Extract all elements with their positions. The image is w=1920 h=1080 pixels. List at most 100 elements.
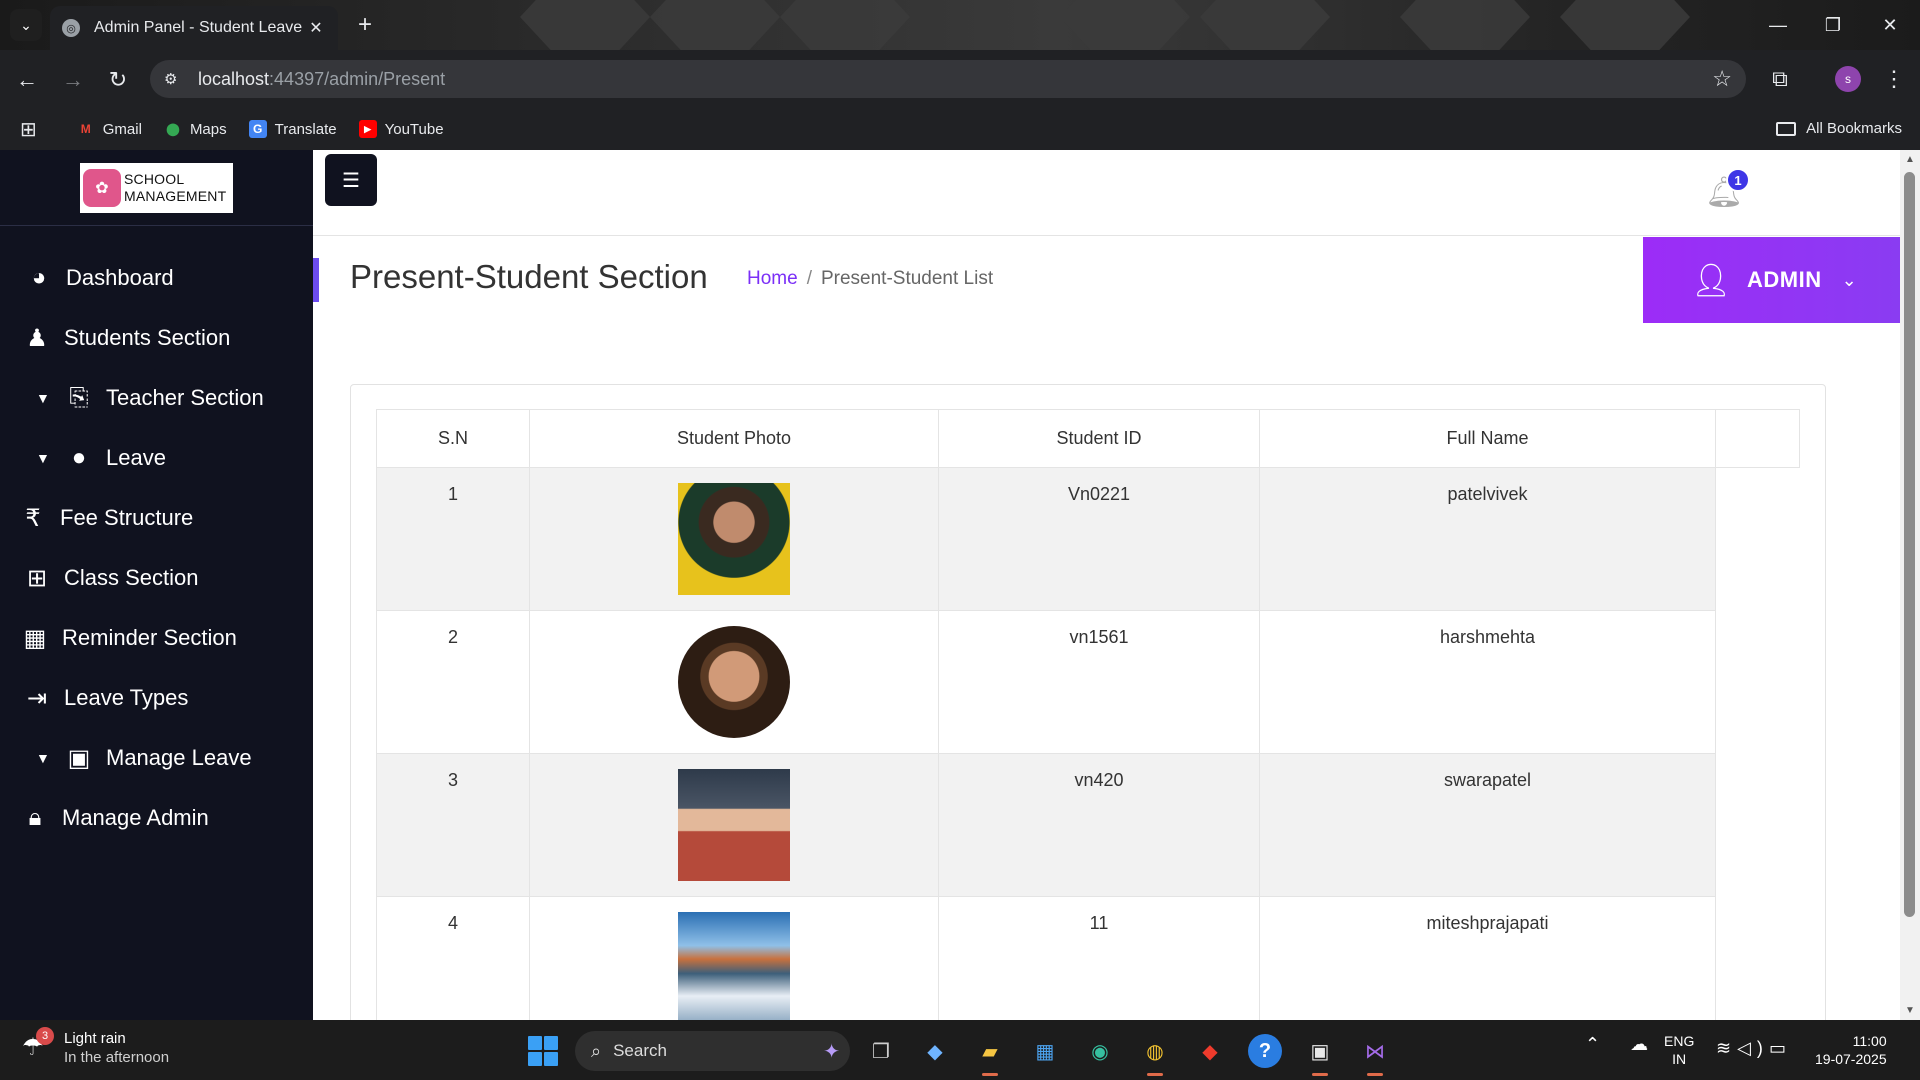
column-header-sn[interactable]: S.N <box>376 409 530 468</box>
cell-sn: 1 <box>376 467 530 611</box>
bookmark-youtube[interactable]: ▶ YouTube <box>358 120 444 138</box>
url-host: localhost <box>198 68 270 89</box>
browser-tab-strip: ⌄ ◎ Admin Panel - Student Leave ✕ + — ❐ … <box>0 0 1920 50</box>
cell-student-id: Vn0221 <box>938 467 1260 611</box>
chevron-down-icon: ⌄ <box>1841 269 1857 290</box>
edge-browser-icon[interactable]: ◉ <box>1083 1034 1117 1068</box>
help-icon[interactable]: ? <box>1248 1034 1282 1068</box>
browser-toolbar: ← → ↻ ⚙ localhost:44397/admin/Present ☆ <box>0 50 1920 108</box>
column-header-full-name[interactable]: Full Name <box>1259 409 1716 468</box>
show-hidden-icons-chevron-icon[interactable]: ⌃ <box>1585 1034 1600 1055</box>
browser-tab-active[interactable]: ◎ Admin Panel - Student Leave ✕ <box>50 6 338 50</box>
scroll-down-arrow-icon[interactable]: ▼ <box>1905 1005 1915 1016</box>
git-app-icon[interactable]: ◆ <box>1193 1034 1227 1068</box>
network-volume-battery-icons[interactable]: ≋◁)▭ <box>1716 1038 1792 1059</box>
apps-grid-icon[interactable]: ⊞ <box>20 117 37 142</box>
extensions-puzzle-icon[interactable]: ⧉ <box>1766 65 1794 93</box>
admin-avatar-icon: 👤︎ <box>1690 262 1732 298</box>
close-tab-icon[interactable]: ✕ <box>306 18 326 38</box>
notification-count-badge: 1 <box>1726 168 1750 192</box>
windows-taskbar: ☂ 3 Light rain In the afternoon ⌕ Search… <box>0 1020 1920 1080</box>
logo-line2: MANAGEMENT <box>124 187 227 204</box>
sidebar-item-dashboard[interactable]: ◕ Dashboard <box>0 248 313 308</box>
caret-down-icon: ▼ <box>36 390 50 406</box>
reload-icon[interactable]: ↻ <box>103 65 133 95</box>
tab-search-dropdown-icon[interactable]: ⌄ <box>10 9 42 41</box>
task-view-icon[interactable]: ❐ <box>864 1034 898 1068</box>
browser-menu-icon[interactable]: ⋮ <box>1880 65 1908 93</box>
hamburger-menu-button[interactable]: ☰ <box>325 154 377 206</box>
page-scrollbar[interactable]: ▲ ▼ <box>1900 150 1920 1020</box>
restore-window-icon[interactable]: ❐ <box>1813 10 1853 40</box>
bookmark-star-icon[interactable]: ☆ <box>1712 66 1732 92</box>
bookmark-maps[interactable]: ⬤ Maps <box>164 120 226 138</box>
weather-widget[interactable]: ☂ 3 Light rain In the afternoon <box>22 1027 170 1066</box>
windows-start-icon[interactable] <box>528 1036 558 1066</box>
cell-full-name: miteshprajapati <box>1259 896 1716 1040</box>
background-hexagon <box>1060 0 1190 50</box>
grid-table-icon: ⊞ <box>26 564 48 592</box>
site-info-icon[interactable]: ⚙ <box>164 70 184 88</box>
wifi-icon: ≋ <box>1716 1038 1738 1058</box>
taskbar-search[interactable]: ⌕ Search ✦ <box>575 1031 850 1071</box>
cell-full-name: patelvivek <box>1259 467 1716 611</box>
visual-studio-icon[interactable]: ⋈ <box>1358 1034 1392 1076</box>
onedrive-cloud-icon[interactable]: ☁ <box>1630 1034 1648 1055</box>
address-bar[interactable]: ⚙ localhost:44397/admin/Present ☆ <box>150 60 1746 98</box>
gmail-icon: M <box>80 122 91 136</box>
bookmark-gmail[interactable]: M Gmail <box>77 120 142 138</box>
scrollbar-thumb[interactable] <box>1904 172 1915 917</box>
weather-detail: In the afternoon <box>64 1049 170 1066</box>
sidebar-item-label: Dashboard <box>66 265 174 290</box>
copilot-icon[interactable]: ◆ <box>918 1034 952 1068</box>
column-header-photo[interactable]: Student Photo <box>529 409 939 468</box>
background-hexagon <box>1560 0 1690 50</box>
sidebar-item-students[interactable]: ♟ Students Section <box>0 308 313 368</box>
close-window-icon[interactable]: ✕ <box>1870 10 1910 40</box>
microsoft-store-icon[interactable]: ▦ <box>1028 1034 1062 1068</box>
folder-icon <box>1776 121 1797 136</box>
sidebar-item-leave[interactable]: ▼ ● Leave <box>0 428 313 488</box>
table-row: 1 Vn0221 patelvivek <box>376 467 1800 611</box>
column-header-actions <box>1715 409 1800 468</box>
tab-title: Admin Panel - Student Leave <box>94 19 303 36</box>
cell-full-name: swarapatel <box>1259 753 1716 897</box>
bookmarks-bar: ⊞ M Gmail ⬤ Maps G Translate ▶ YouTube A… <box>0 108 1920 150</box>
admin-dropdown-button[interactable]: 👤︎ ADMIN ⌄ <box>1643 237 1901 323</box>
minimize-window-icon[interactable]: — <box>1758 10 1798 40</box>
chrome-browser-icon[interactable]: ◍ <box>1138 1034 1172 1076</box>
back-arrow-icon[interactable]: ← <box>12 65 42 95</box>
sidebar-item-leave-types[interactable]: ⇥ Leave Types <box>0 668 313 728</box>
globe-icon: ◎ <box>62 19 80 37</box>
sidebar-item-teacher[interactable]: ▼ ⎘ Teacher Section <box>0 368 313 428</box>
bookmark-label: YouTube <box>384 120 444 138</box>
taskbar-clock[interactable]: 11:00 19-07-2025 <box>1815 1032 1887 1068</box>
breadcrumb-home-link[interactable]: Home <box>747 268 798 289</box>
sidebar-item-label: Students Section <box>64 325 231 350</box>
admin-label: ADMIN <box>1747 267 1822 292</box>
sidebar-item-manage-admin[interactable]: 🔒︎ Manage Admin <box>0 788 313 848</box>
student-icon: ♟ <box>26 324 48 352</box>
student-photo <box>678 483 790 595</box>
calendar-icon: ▦ <box>23 624 47 652</box>
sidebar-item-label: Leave <box>106 445 166 470</box>
all-bookmarks-button[interactable]: All Bookmarks <box>1776 120 1902 137</box>
profile-avatar[interactable]: s <box>1835 66 1861 92</box>
scroll-up-arrow-icon[interactable]: ▲ <box>1905 154 1915 165</box>
table-row: 4 11 miteshprajapati <box>376 896 1800 1040</box>
sidebar-item-class-section[interactable]: ⊞ Class Section <box>0 548 313 608</box>
terminal-app-icon[interactable]: ▣ <box>1303 1034 1337 1076</box>
sidebar-item-fee-structure[interactable]: ₹ Fee Structure <box>0 488 313 548</box>
column-header-student-id[interactable]: Student ID <box>938 409 1260 468</box>
new-tab-button[interactable]: + <box>352 11 378 38</box>
file-explorer-icon[interactable]: ▰ <box>973 1034 1007 1076</box>
table-row: 2 vn1561 harshmehta <box>376 610 1800 754</box>
sidebar-item-reminder[interactable]: ▦ Reminder Section <box>0 608 313 668</box>
school-logo[interactable]: ✿ SCHOOL MANAGEMENT <box>80 162 233 213</box>
sidebar-item-manage-leave[interactable]: ▼ ▣ Manage Leave <box>0 728 313 788</box>
bookmark-translate[interactable]: G Translate <box>248 120 337 138</box>
forward-arrow-icon[interactable]: → <box>58 65 88 95</box>
cell-actions <box>1716 897 1800 1040</box>
cell-actions <box>1715 467 1800 611</box>
language-indicator[interactable]: ENG IN <box>1664 1032 1694 1068</box>
